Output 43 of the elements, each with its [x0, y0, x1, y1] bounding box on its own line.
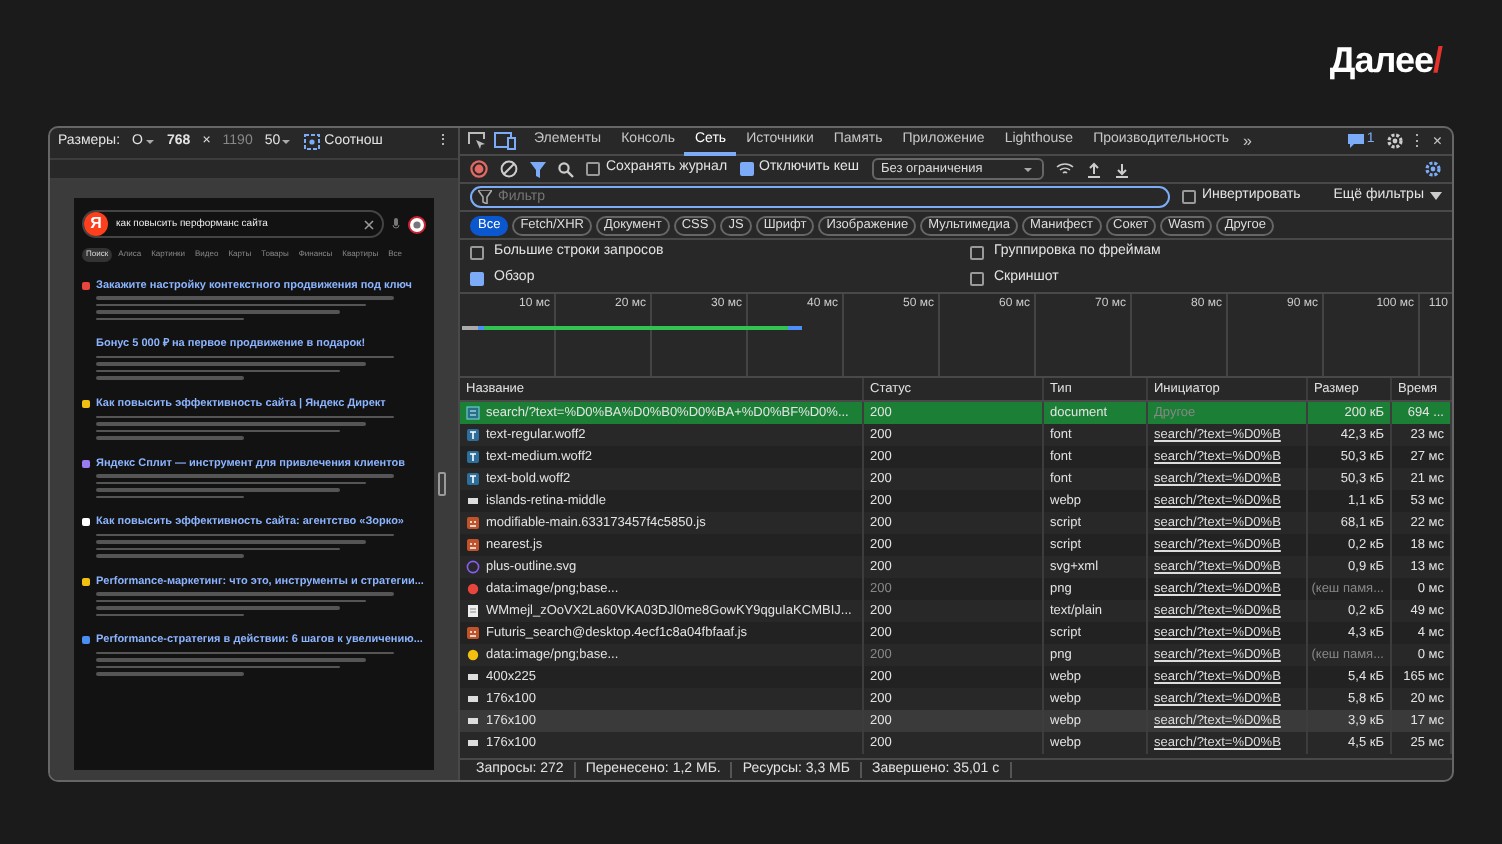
close-icon[interactable]	[364, 219, 374, 229]
checkbox[interactable]	[470, 272, 484, 286]
search-icon[interactable]	[558, 161, 574, 177]
document-icon	[466, 406, 480, 420]
image-icon	[466, 494, 480, 508]
checkbox[interactable]	[470, 246, 484, 260]
text-file-icon	[466, 604, 480, 618]
font-icon	[466, 450, 480, 464]
font-icon	[466, 428, 480, 442]
checkbox[interactable]	[970, 272, 984, 286]
script-icon	[466, 538, 480, 552]
caret-icon	[1430, 192, 1442, 201]
caret-icon	[143, 138, 155, 147]
checkbox[interactable]	[970, 246, 984, 260]
ratio-icon	[304, 134, 321, 151]
wifi-icon[interactable]	[1055, 162, 1074, 176]
filter-icon[interactable]	[530, 161, 546, 177]
font-icon	[466, 472, 480, 486]
caret-icon	[1021, 165, 1034, 173]
settings-icon[interactable]	[1424, 160, 1442, 178]
more-tabs-button[interactable]: »	[1239, 131, 1256, 151]
more-menu-button[interactable]: ⋮	[1404, 131, 1429, 151]
upload-icon[interactable]	[1085, 161, 1102, 177]
download-icon[interactable]	[1113, 161, 1130, 177]
clear-icon[interactable]	[500, 160, 518, 178]
caret-icon	[280, 138, 293, 147]
avatar-icon[interactable]	[408, 215, 426, 233]
inspect-icon[interactable]	[468, 132, 486, 150]
message-icon	[1348, 133, 1365, 148]
resize-handle[interactable]	[438, 472, 446, 496]
script-icon	[466, 626, 480, 640]
checkbox[interactable]	[739, 161, 754, 176]
logo: Далее/	[1329, 42, 1442, 84]
device-toggle-icon[interactable]	[494, 132, 516, 150]
close-button[interactable]: ×	[1428, 131, 1446, 151]
checkbox[interactable]	[1182, 189, 1196, 204]
script-icon	[466, 516, 480, 530]
microphone-icon[interactable]	[392, 218, 400, 230]
filter-icon	[478, 190, 492, 204]
circle-icon	[466, 560, 480, 574]
record-icon[interactable]	[470, 160, 488, 178]
search-logo: Я	[84, 212, 108, 236]
checkbox[interactable]	[586, 161, 600, 176]
